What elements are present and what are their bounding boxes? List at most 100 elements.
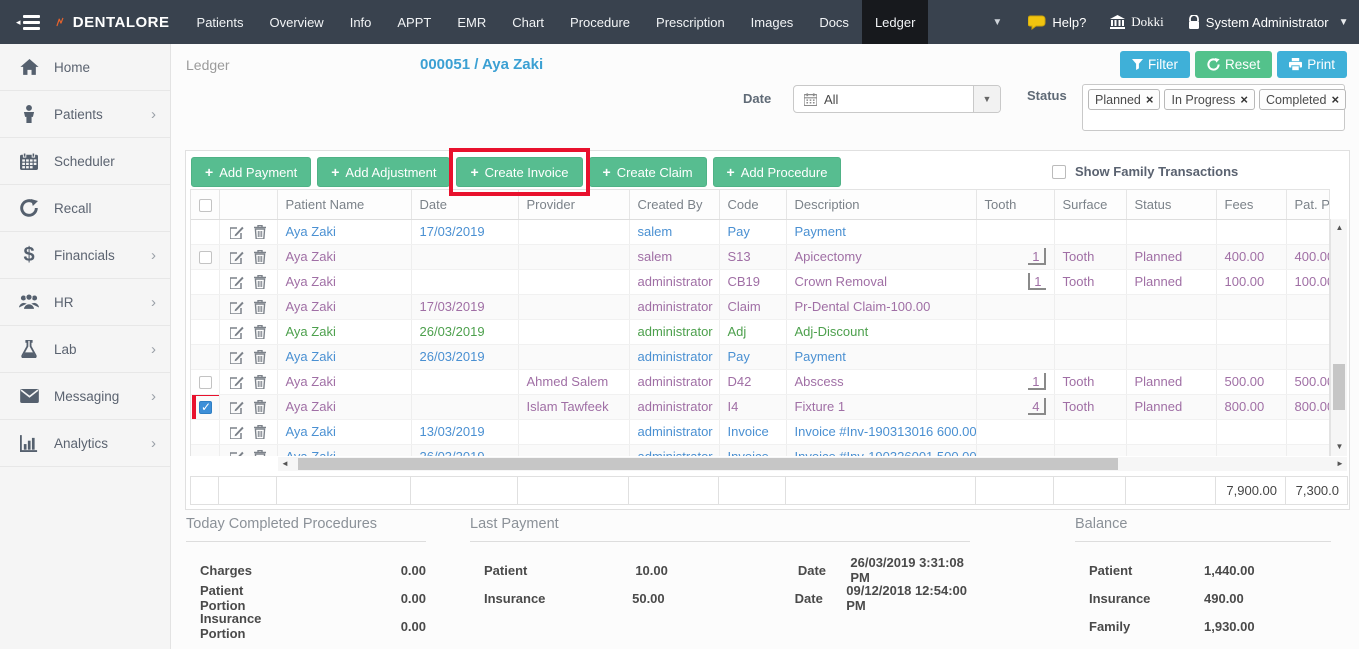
- trash-icon[interactable]: [254, 349, 266, 364]
- nav-item-appt[interactable]: APPT: [384, 0, 444, 44]
- nav-item-ledger[interactable]: Ledger: [861, 0, 929, 44]
- print-button[interactable]: Print: [1277, 51, 1347, 78]
- edit-icon[interactable]: [230, 425, 244, 439]
- row-checkbox[interactable]: [199, 251, 212, 265]
- ledger-row[interactable]: Aya Zaki 26/03/2019 administrator Pay Pa…: [191, 344, 1329, 370]
- cell-tooth: [976, 419, 1055, 445]
- horizontal-scrollbar[interactable]: ◄ ►: [278, 457, 1347, 471]
- patient-link[interactable]: 000051 / Aya Zaki: [420, 56, 543, 73]
- summary-value: 10.00: [635, 562, 668, 578]
- edit-icon[interactable]: [230, 375, 244, 389]
- vertical-scrollbar[interactable]: ▲ ▼: [1330, 219, 1347, 456]
- nav-item-patients[interactable]: Patients: [184, 0, 257, 44]
- funnel-icon: [1131, 58, 1143, 70]
- trash-icon[interactable]: [254, 299, 266, 314]
- trash-icon[interactable]: [254, 449, 266, 457]
- sidebar-item-financials[interactable]: $ Financials ›: [0, 232, 170, 279]
- sidebar-item-recall[interactable]: Recall: [0, 185, 170, 232]
- vertical-scroll-thumb[interactable]: [1333, 364, 1345, 410]
- balance-summary: Balance Patient 1,440.00 Insurance 490.00 …: [1075, 516, 1331, 640]
- ledger-row[interactable]: Aya Zaki salem S13 Apicectomy 1 Tooth Pl…: [191, 244, 1329, 270]
- date-filter-select[interactable]: All ▼: [793, 85, 1001, 113]
- reset-button[interactable]: Reset: [1194, 51, 1273, 78]
- sidebar-item-home[interactable]: Home: [0, 44, 170, 91]
- trash-icon[interactable]: [254, 399, 266, 414]
- remove-tag-icon[interactable]: ×: [1146, 92, 1154, 107]
- sidebar-item-lab[interactable]: Lab ›: [0, 326, 170, 373]
- ledger-row[interactable]: Aya Zaki 13/03/2019 administrator Invoic…: [191, 419, 1329, 445]
- sidebar-item-analytics[interactable]: Analytics ›: [0, 420, 170, 467]
- nav-item-emr[interactable]: EMR: [444, 0, 499, 44]
- ledger-row[interactable]: Aya Zaki 17/03/2019 salem Pay Payment: [191, 219, 1329, 245]
- edit-icon[interactable]: [230, 275, 244, 289]
- trash-icon[interactable]: [254, 249, 266, 264]
- create-invoice-button[interactable]: + Create Invoice: [456, 157, 583, 187]
- remove-tag-icon[interactable]: ×: [1240, 92, 1248, 107]
- cell-tooth: 1: [976, 369, 1055, 395]
- edit-icon[interactable]: [230, 250, 244, 264]
- ledger-row[interactable]: Aya Zaki 26/03/2019 administrator Adj Ad…: [191, 319, 1329, 345]
- nav-item-chart[interactable]: Chart: [499, 0, 557, 44]
- sidebar-collapse-button[interactable]: ◂: [0, 0, 54, 44]
- add-payment-button[interactable]: + Add Payment: [191, 157, 312, 187]
- cell-status: [1126, 294, 1217, 320]
- nav-item-procedure[interactable]: Procedure: [557, 0, 643, 44]
- scroll-right-icon[interactable]: ►: [1333, 457, 1347, 471]
- edit-icon[interactable]: [230, 225, 244, 239]
- nav-more-caret[interactable]: ▼: [976, 0, 1018, 44]
- sidebar: Home Patients › Scheduler Recall $ Finan…: [0, 44, 171, 649]
- trash-icon[interactable]: [254, 274, 266, 289]
- edit-icon[interactable]: [230, 400, 244, 414]
- edit-icon[interactable]: [230, 325, 244, 339]
- scroll-left-icon[interactable]: ◄: [278, 457, 292, 471]
- trash-icon[interactable]: [254, 324, 266, 339]
- summary-value: 0.00: [400, 590, 426, 606]
- ledger-row[interactable]: Aya Zaki 26/03/2019 administrator Invoic…: [191, 444, 1329, 457]
- ledger-row[interactable]: Aya Zaki Ahmed Salem administrator D42 A…: [191, 369, 1329, 395]
- remove-tag-icon[interactable]: ×: [1331, 92, 1339, 107]
- summary-label: Insurance: [484, 590, 546, 606]
- sidebar-item-patients[interactable]: Patients ›: [0, 91, 170, 138]
- cell-date: 17/03/2019: [411, 219, 519, 245]
- plus-icon: +: [602, 164, 611, 180]
- status-filter-box[interactable]: Planned × In Progress × Completed ×: [1082, 84, 1347, 131]
- summary-label: Charges: [200, 562, 253, 578]
- add-adjustment-button[interactable]: + Add Adjustment: [317, 157, 451, 187]
- sidebar-item-hr[interactable]: HR ›: [0, 279, 170, 326]
- row-checkbox[interactable]: [199, 400, 212, 415]
- clinic-selector[interactable]: Dokki: [1100, 0, 1174, 44]
- trash-icon[interactable]: [254, 374, 266, 389]
- row-checkbox[interactable]: [199, 376, 212, 390]
- trash-icon[interactable]: [254, 424, 266, 439]
- cell-created-by: salem: [629, 244, 720, 270]
- cell-fees: 100.00: [1216, 269, 1287, 295]
- nav-item-info[interactable]: Info: [337, 0, 385, 44]
- nav-item-overview[interactable]: Overview: [257, 0, 337, 44]
- sidebar-item-messaging[interactable]: Messaging ›: [0, 373, 170, 420]
- edit-icon[interactable]: [230, 350, 244, 364]
- edit-icon[interactable]: [230, 450, 244, 457]
- horizontal-scroll-thumb[interactable]: [298, 458, 1118, 470]
- cell-code: Pay: [719, 219, 787, 245]
- scroll-up-icon[interactable]: ▲: [1331, 221, 1348, 235]
- nav-item-docs[interactable]: Docs: [806, 0, 862, 44]
- nav-item-images[interactable]: Images: [738, 0, 807, 44]
- filter-button[interactable]: Filter: [1119, 51, 1190, 78]
- add-procedure-button[interactable]: + Add Procedure: [712, 157, 842, 187]
- user-menu[interactable]: System Administrator ▼: [1178, 0, 1359, 44]
- nav-item-prescription[interactable]: Prescription: [643, 0, 738, 44]
- trash-icon[interactable]: [254, 224, 266, 239]
- ledger-row[interactable]: Aya Zaki 17/03/2019 administrator Claim …: [191, 294, 1329, 320]
- scroll-down-icon[interactable]: ▼: [1331, 440, 1348, 454]
- dropdown-caret-icon[interactable]: ▼: [973, 86, 1000, 112]
- dollar-icon: $: [23, 244, 35, 266]
- show-family-checkbox[interactable]: [1052, 164, 1066, 179]
- help-button[interactable]: Help?: [1018, 0, 1096, 44]
- create-claim-button[interactable]: + Create Claim: [588, 157, 707, 187]
- edit-icon[interactable]: [230, 300, 244, 314]
- ledger-row[interactable]: Aya Zaki administrator CB19 Crown Remova…: [191, 269, 1329, 295]
- brand-logo[interactable]: DENTALORE: [54, 0, 184, 44]
- sidebar-item-scheduler[interactable]: Scheduler: [0, 138, 170, 185]
- ledger-row[interactable]: Aya Zaki Islam Tawfeek administrator I4 …: [191, 394, 1329, 420]
- select-all-checkbox[interactable]: [199, 198, 212, 212]
